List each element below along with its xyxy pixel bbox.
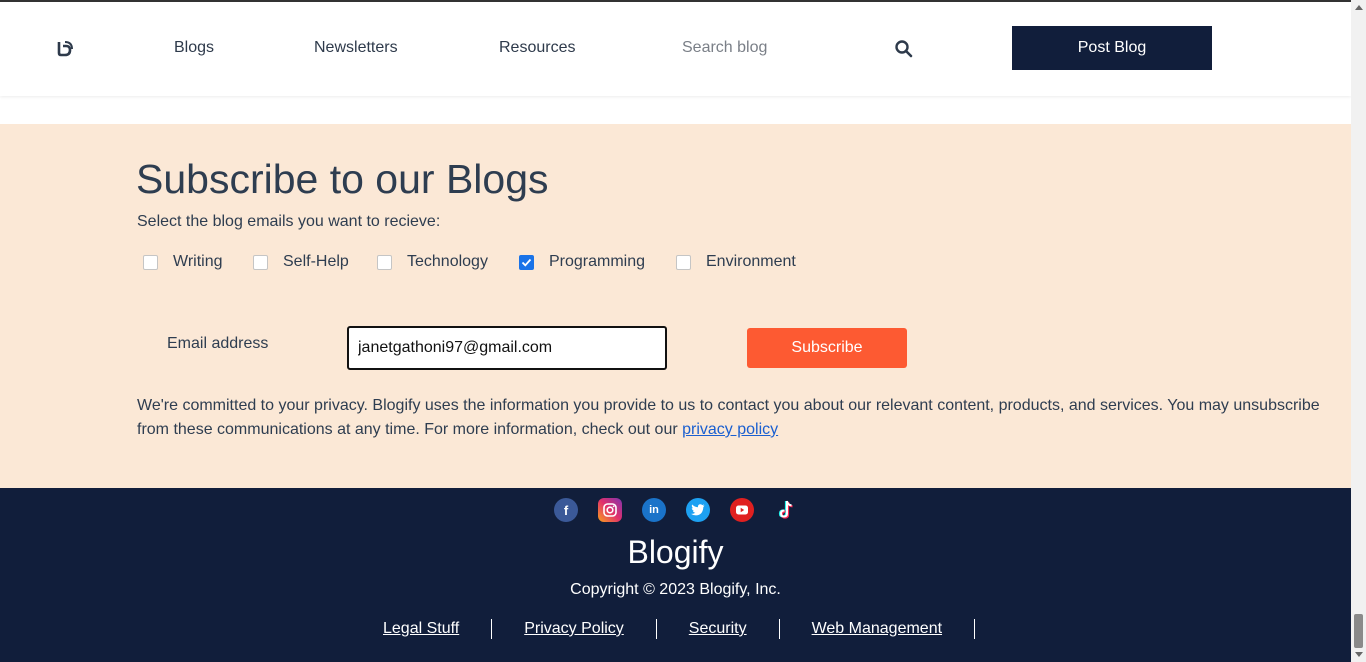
search-icon[interactable] (894, 39, 914, 59)
youtube-icon[interactable] (730, 498, 754, 522)
email-label: Email address (167, 335, 269, 352)
footer-link-privacy[interactable]: Privacy Policy (492, 619, 657, 639)
twitter-icon[interactable] (686, 498, 710, 522)
checkmark-icon (521, 258, 532, 267)
privacy-notice: We're committed to your privacy. Blogify… (137, 394, 1337, 442)
checkbox-icon[interactable] (143, 254, 158, 270)
page-scrollbar[interactable] (1351, 0, 1366, 662)
scrollbar-thumb[interactable] (1354, 614, 1363, 648)
checkbox-icon[interactable] (377, 254, 392, 270)
copyright-text: Copyright © 2023 Blogify, Inc. (570, 581, 781, 598)
social-links: f in (554, 498, 798, 522)
checkbox-label: Technology (407, 253, 488, 270)
checkbox-label: Environment (706, 253, 796, 270)
search-input[interactable]: Search blog (682, 39, 767, 57)
footer-brand: Blogify (627, 534, 724, 570)
footer-link-legal[interactable]: Legal Stuff (351, 619, 493, 639)
checkbox-technology[interactable]: Technology (377, 252, 488, 272)
checkbox-self-help[interactable]: Self-Help (253, 252, 349, 272)
nav-resources[interactable]: Resources (499, 39, 575, 57)
checkbox-programming[interactable]: Programming (519, 252, 645, 272)
checkbox-environment[interactable]: Environment (676, 252, 796, 272)
subscribe-description: Select the blog emails you want to recie… (137, 213, 441, 230)
subscribe-button[interactable]: Subscribe (747, 328, 907, 368)
instagram-icon[interactable] (598, 498, 622, 522)
checkbox-label: Writing (173, 253, 223, 270)
facebook-icon[interactable]: f (554, 498, 578, 522)
linkedin-icon[interactable]: in (642, 498, 666, 522)
scroll-down-arrow-icon[interactable] (1355, 652, 1363, 657)
scroll-up-arrow-icon[interactable] (1355, 5, 1363, 10)
footer-links: Legal Stuff Privacy Policy Security Web … (351, 619, 976, 639)
footer-link-web-management[interactable]: Web Management (780, 619, 976, 639)
subscribe-title: Subscribe to our Blogs (136, 156, 549, 202)
footer-link-security[interactable]: Security (657, 619, 780, 639)
privacy-policy-link[interactable]: privacy policy (682, 421, 778, 438)
checkbox-label: Self-Help (283, 253, 349, 270)
site-footer: f in Blogify Copyright © 2023 Blogify, I… (0, 488, 1351, 662)
blogify-logo-icon[interactable] (56, 38, 76, 58)
checkbox-icon[interactable] (676, 254, 691, 270)
checkbox-checked-icon[interactable] (519, 254, 534, 270)
tiktok-icon[interactable] (774, 498, 798, 522)
email-field[interactable] (347, 326, 667, 370)
site-header: Blogs Newsletters Resources Search blog … (0, 2, 1351, 96)
checkbox-label: Programming (549, 253, 646, 270)
subscribe-section: Subscribe to our Blogs Select the blog e… (0, 124, 1351, 488)
checkbox-icon[interactable] (253, 254, 268, 270)
checkbox-writing[interactable]: Writing (143, 252, 223, 272)
nav-blogs[interactable]: Blogs (174, 39, 214, 57)
post-blog-button[interactable]: Post Blog (1012, 26, 1212, 70)
nav-newsletters[interactable]: Newsletters (314, 39, 398, 57)
